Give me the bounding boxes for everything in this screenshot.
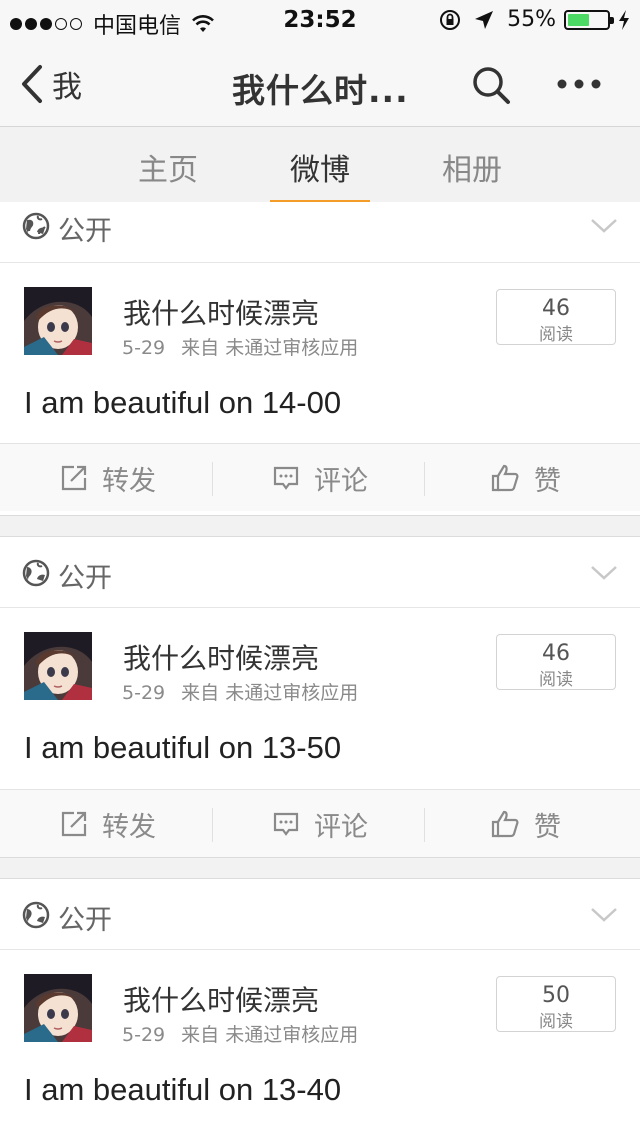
like-label: 赞: [534, 811, 561, 843]
post-card: 公开 我什么时候漂亮 5-29: [0, 878, 640, 1136]
read-count-badge: 46 阅读: [496, 634, 616, 690]
share-icon: [61, 811, 87, 837]
read-count-label: 阅读: [539, 1012, 573, 1032]
chevron-left-icon: [22, 65, 42, 103]
post-source: 来自 未通过审核应用: [181, 682, 359, 704]
post-body[interactable]: 我什么时候漂亮 5-29 来自 未通过审核应用 46 阅读 I am beaut…: [0, 608, 640, 789]
post-meta: 5-29 来自 未通过审核应用: [122, 1020, 358, 1047]
visibility-row[interactable]: 公开: [0, 879, 640, 950]
comment-label: 评论: [314, 465, 368, 497]
thumbs-up-icon: [491, 810, 519, 838]
post-source: 来自 未通过审核应用: [181, 337, 359, 359]
comment-button[interactable]: 评论: [272, 790, 368, 858]
tab-home[interactable]: 主页: [138, 145, 198, 189]
visibility-row[interactable]: 公开: [0, 537, 640, 608]
comment-button[interactable]: 评论: [272, 444, 368, 512]
avatar[interactable]: [24, 974, 92, 1042]
divider: [424, 808, 425, 842]
share-icon: [61, 465, 87, 491]
thumbs-up-icon: [491, 464, 519, 492]
post-actions: 转发 评论 赞: [0, 443, 640, 511]
post-body[interactable]: 我什么时候漂亮 5-29 来自 未通过审核应用 46 阅读 I am beaut…: [0, 263, 640, 443]
read-count-badge: 46 阅读: [496, 289, 616, 345]
author-name[interactable]: 我什么时候漂亮: [123, 292, 319, 332]
comment-label: 评论: [314, 811, 368, 843]
read-count-label: 阅读: [539, 325, 573, 345]
status-bar: 中国电信 23:52 55%: [0, 0, 640, 40]
globe-icon: [22, 901, 50, 929]
battery-percent: 55%: [507, 7, 556, 32]
like-button[interactable]: 赞: [490, 444, 561, 512]
globe-icon: [22, 559, 50, 587]
repost-label: 转发: [102, 465, 156, 497]
profile-tabs: 主页 微博 相册: [0, 127, 640, 205]
post-card: 公开 我什么时候漂亮 5-29: [0, 202, 640, 516]
read-count-label: 阅读: [539, 670, 573, 690]
repost-button[interactable]: 转发: [60, 444, 156, 512]
tab-album[interactable]: 相册: [442, 145, 502, 189]
post-source: 来自 未通过审核应用: [181, 1024, 359, 1046]
author-name[interactable]: 我什么时候漂亮: [123, 979, 319, 1019]
post-actions: 转发 评论 赞: [0, 789, 640, 857]
post-text: I am beautiful on 13-50: [24, 730, 342, 765]
repost-label: 转发: [102, 811, 156, 843]
author-name[interactable]: 我什么时候漂亮: [123, 637, 319, 677]
battery-fill: [568, 13, 589, 26]
post-text: I am beautiful on 13-40: [24, 1072, 342, 1107]
chevron-down-icon[interactable]: [590, 907, 618, 923]
battery-icon: [564, 9, 614, 30]
battery-nub: [610, 16, 614, 24]
post-text: I am beautiful on 14-00: [24, 385, 342, 420]
divider: [212, 462, 213, 496]
visibility-row[interactable]: 公开: [0, 202, 640, 263]
read-count: 46: [542, 641, 570, 666]
chevron-down-icon[interactable]: [590, 218, 618, 234]
post-date: 5-29: [122, 337, 166, 359]
post-meta: 5-29 来自 未通过审核应用: [122, 678, 358, 705]
chevron-down-icon[interactable]: [590, 565, 618, 581]
read-count: 50: [542, 983, 570, 1008]
back-button[interactable]: 我: [20, 62, 82, 106]
globe-icon: [22, 212, 50, 240]
charging-bolt-icon: [619, 9, 629, 30]
repost-button[interactable]: 转发: [60, 790, 156, 858]
rotation-lock-icon: [440, 9, 461, 30]
more-icon[interactable]: [556, 78, 602, 90]
page-title: 我什么时...: [232, 71, 409, 110]
comment-icon: [273, 466, 299, 490]
post-date: 5-29: [122, 1024, 166, 1046]
visibility-label: 公开: [58, 563, 112, 594]
divider: [424, 462, 425, 496]
like-label: 赞: [534, 465, 561, 497]
location-arrow-icon: [475, 10, 494, 29]
visibility-label: 公开: [58, 905, 112, 936]
divider: [212, 808, 213, 842]
like-button[interactable]: 赞: [490, 790, 561, 858]
post-date: 5-29: [122, 682, 166, 704]
tab-weibo[interactable]: 微博: [290, 145, 350, 189]
post-meta: 5-29 来自 未通过审核应用: [122, 333, 358, 360]
status-right: 55%: [439, 7, 630, 32]
post-body[interactable]: 我什么时候漂亮 5-29 来自 未通过审核应用 50 阅读 I am beaut…: [0, 950, 640, 1136]
read-count: 46: [542, 296, 570, 321]
avatar[interactable]: [24, 632, 92, 700]
navigation-bar: 我 我什么时...: [0, 40, 640, 127]
comment-icon: [273, 812, 299, 836]
post-card: 公开 我什么时候漂亮 5-29: [0, 536, 640, 858]
search-icon[interactable]: [470, 64, 512, 106]
read-count-badge: 50 阅读: [496, 976, 616, 1032]
visibility-label: 公开: [58, 216, 112, 247]
back-label: 我: [52, 70, 82, 105]
avatar[interactable]: [24, 287, 92, 355]
